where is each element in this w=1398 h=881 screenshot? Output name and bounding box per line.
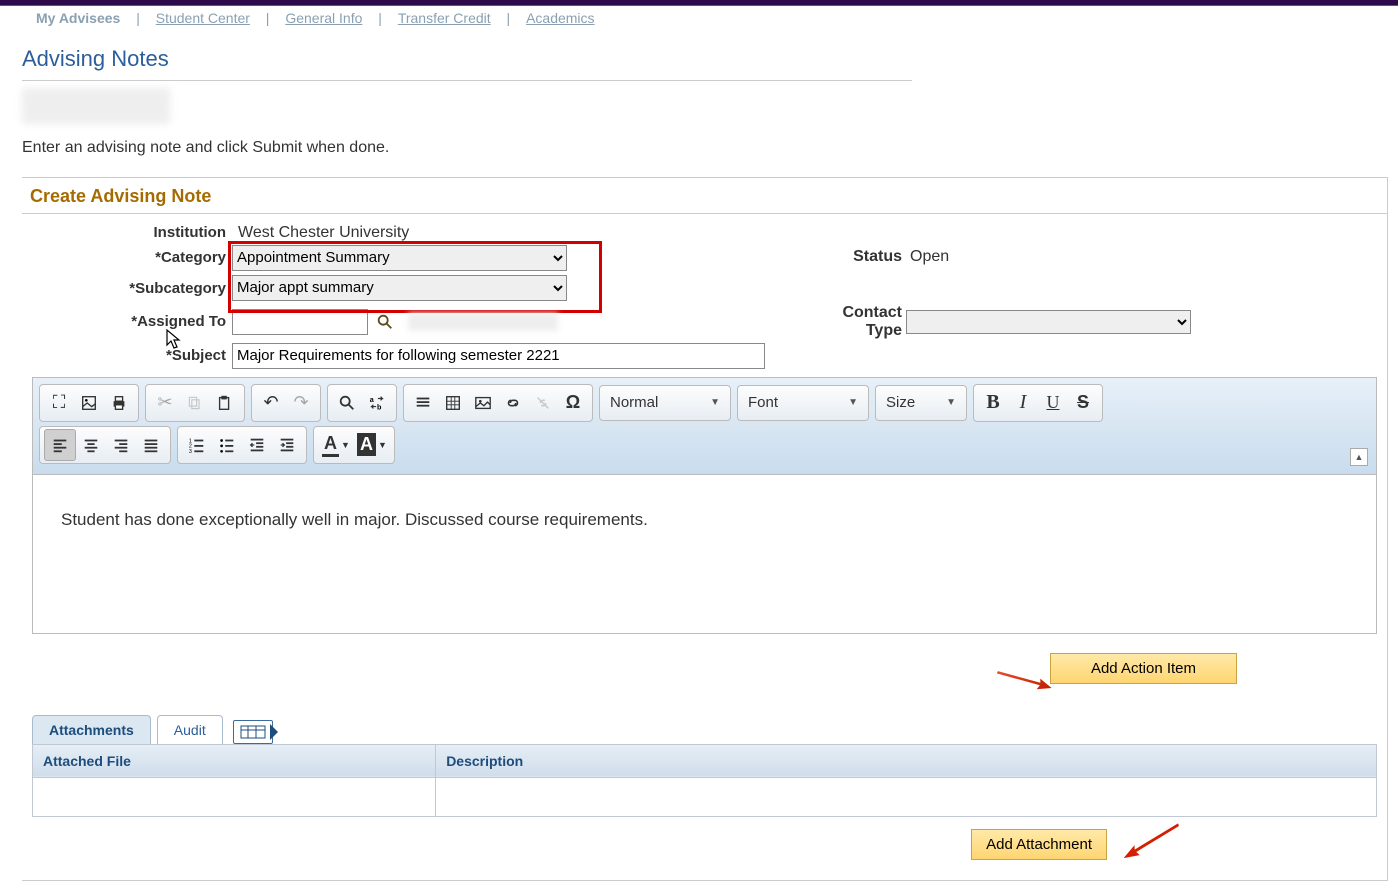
tab-audit[interactable]: Audit: [157, 715, 223, 744]
lookup-icon[interactable]: [376, 313, 394, 331]
bg-color-icon[interactable]: A▼: [354, 430, 390, 460]
student-name-redacted: [22, 88, 170, 124]
svg-text:a: a: [370, 395, 375, 404]
tab-attachments[interactable]: Attachments: [32, 715, 151, 744]
divider: [22, 80, 912, 81]
align-justify-icon[interactable]: [136, 430, 166, 460]
page-instruction: Enter an advising note and click Submit …: [22, 139, 1388, 157]
assigned-to-input[interactable]: [232, 309, 368, 335]
source-icon[interactable]: [74, 388, 104, 418]
tab-transfer-credit[interactable]: Transfer Credit: [398, 10, 491, 26]
size-select[interactable]: Size▼: [875, 385, 967, 421]
contact-type-select[interactable]: [906, 310, 1191, 334]
assigned-to-label: *Assigned To: [22, 313, 232, 330]
cut-icon[interactable]: ✂: [150, 388, 180, 418]
col-description: Description: [436, 744, 1377, 777]
arrow-annotation: [992, 655, 1057, 701]
subject-input[interactable]: [232, 343, 765, 369]
institution-label: Institution: [22, 224, 232, 241]
bullet-list-icon[interactable]: [212, 430, 242, 460]
underline-icon[interactable]: U: [1038, 388, 1068, 418]
institution-value: West Chester University: [232, 224, 582, 242]
align-right-icon[interactable]: [106, 430, 136, 460]
copy-icon[interactable]: [180, 388, 210, 418]
arrow-annotation-2: [1115, 822, 1188, 867]
add-attachment-button[interactable]: Add Attachment: [971, 829, 1107, 860]
font-select[interactable]: Font▼: [737, 385, 869, 421]
top-nav-tabs: My Advisees | Student Center | General I…: [30, 6, 1398, 26]
text-color-icon[interactable]: A▼: [318, 430, 354, 460]
svg-text:b: b: [377, 402, 382, 411]
expand-all-icon[interactable]: [233, 720, 273, 744]
numbered-list-icon[interactable]: 123: [182, 430, 212, 460]
tab-separator: |: [378, 10, 382, 26]
tab-general-info[interactable]: General Info: [285, 10, 362, 26]
print-icon[interactable]: [104, 388, 134, 418]
add-action-item-button[interactable]: Add Action Item: [1050, 653, 1237, 684]
find-icon[interactable]: [332, 388, 362, 418]
subcategory-select[interactable]: Major appt summary: [232, 275, 567, 301]
editor-toolbar: ⛶ ✂: [33, 378, 1376, 475]
page-title: Advising Notes: [22, 46, 1388, 72]
image-icon[interactable]: [468, 388, 498, 418]
tab-student-center[interactable]: Student Center: [156, 10, 250, 26]
tab-my-advisees[interactable]: My Advisees: [36, 10, 120, 26]
status-label: Status: [822, 248, 902, 266]
bold-icon[interactable]: B: [978, 388, 1008, 418]
desc-cell: [436, 777, 1377, 816]
replace-icon[interactable]: ab: [362, 388, 392, 418]
align-center-icon[interactable]: [76, 430, 106, 460]
subject-label: *Subject: [22, 347, 232, 364]
tab-separator: |: [136, 10, 140, 26]
unlink-icon[interactable]: [528, 388, 558, 418]
outdent-block-icon[interactable]: [408, 388, 438, 418]
status-value: Open: [902, 248, 1202, 266]
attachments-section: Attachments Audit Attached File Descript…: [32, 715, 1377, 860]
rich-text-editor: ⛶ ✂: [32, 377, 1377, 634]
tab-separator: |: [266, 10, 270, 26]
collapse-toolbar-icon[interactable]: ▲: [1350, 448, 1368, 466]
maximize-icon[interactable]: ⛶: [44, 388, 74, 418]
col-attached-file: Attached File: [33, 744, 436, 777]
editor-content[interactable]: Student has done exceptionally well in m…: [33, 475, 1376, 633]
form-grid: Institution West Chester University *Cat…: [22, 224, 1387, 369]
paragraph-format-select[interactable]: Normal▼: [599, 385, 731, 421]
specialchar-icon[interactable]: Ω: [558, 388, 588, 418]
table-icon[interactable]: [438, 388, 468, 418]
strike-icon[interactable]: S: [1068, 388, 1098, 418]
tab-separator: |: [507, 10, 511, 26]
undo-icon[interactable]: ↶: [256, 388, 286, 418]
italic-icon[interactable]: I: [1008, 388, 1038, 418]
subcategory-label: *Subcategory: [22, 280, 232, 301]
svg-text:3: 3: [189, 449, 192, 454]
tab-academics[interactable]: Academics: [526, 10, 594, 26]
indent-icon[interactable]: [272, 430, 302, 460]
link-icon[interactable]: [498, 388, 528, 418]
section-title: Create Advising Note: [22, 186, 1387, 214]
category-select[interactable]: Appointment Summary: [232, 245, 567, 271]
category-label: *Category: [22, 249, 232, 266]
redo-icon[interactable]: ↷: [286, 388, 316, 418]
create-note-section: Create Advising Note Institution West Ch…: [22, 177, 1388, 881]
attachments-table: Attached File Description: [32, 744, 1377, 817]
file-cell: [33, 777, 436, 816]
paste-icon[interactable]: [210, 388, 240, 418]
outdent-icon[interactable]: [242, 430, 272, 460]
align-left-icon[interactable]: [44, 429, 76, 461]
contact-type-label: Contact Type: [822, 304, 902, 340]
assigned-redacted: [408, 313, 558, 331]
